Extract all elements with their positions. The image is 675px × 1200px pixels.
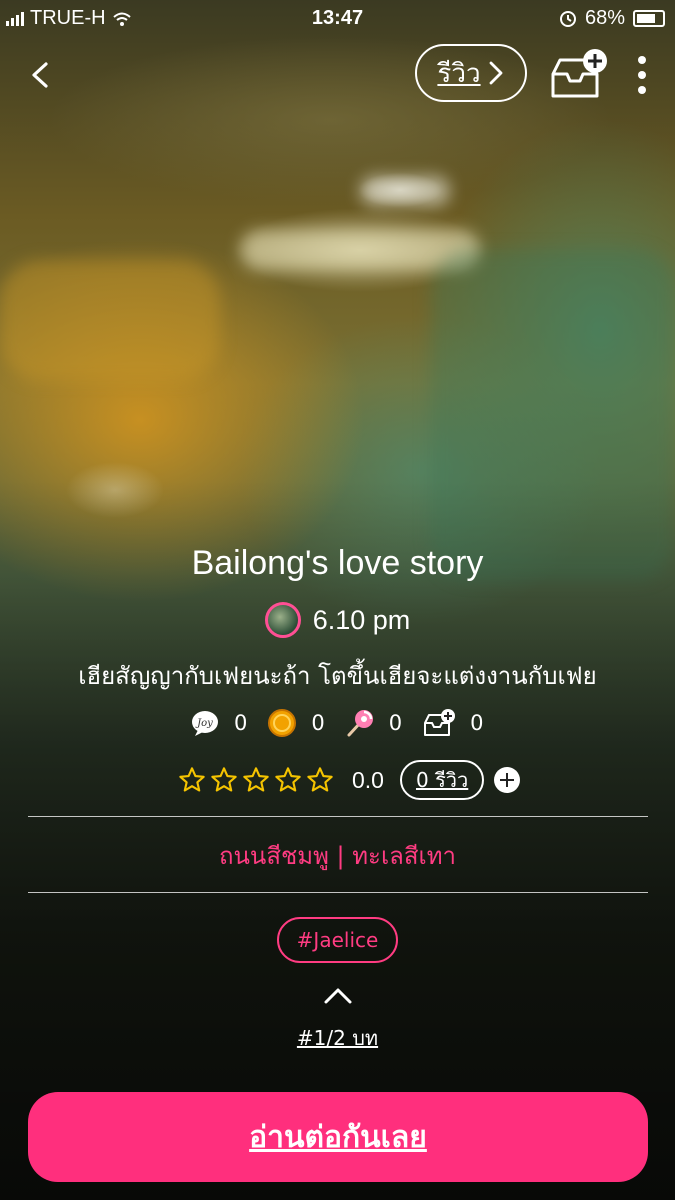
read-now-label: อ่านต่อกันเลย — [249, 1119, 427, 1155]
rating-score: 0.0 — [352, 766, 384, 793]
chapter-link[interactable]: #1/2 บท — [0, 1022, 675, 1054]
shelf-add-icon[interactable] — [548, 48, 608, 102]
candy-icon — [347, 710, 373, 737]
comment-count: 0 — [234, 711, 248, 735]
star-icon[interactable] — [274, 766, 302, 794]
candy-count: 0 — [388, 711, 403, 735]
read-now-button[interactable]: อ่านต่อกันเลย — [28, 1092, 648, 1182]
shelf-count: 0 — [470, 711, 484, 735]
review-count-button[interactable]: 0 รีวิว — [399, 760, 485, 800]
coin-stat: 0 — [267, 708, 325, 738]
avatar[interactable] — [264, 602, 301, 638]
divider — [28, 816, 648, 817]
shelf-add-small-icon — [424, 709, 456, 736]
coin-icon — [268, 709, 297, 737]
plus-icon[interactable] — [494, 767, 521, 793]
review-button-label: รีวิว — [437, 58, 481, 89]
star-rating[interactable] — [178, 766, 334, 794]
battery-icon — [633, 10, 665, 27]
author-row[interactable]: 6.10 pm — [0, 602, 675, 638]
shelf-stat: 0 — [422, 708, 484, 738]
stats-row: Joy 0 0 0 0 — [190, 708, 484, 738]
comment-stat: Joy 0 — [190, 709, 247, 737]
chevron-right-icon — [489, 61, 502, 85]
divider — [28, 892, 648, 893]
star-icon[interactable] — [178, 766, 206, 794]
candy-stat: 0 — [345, 708, 402, 738]
svg-text:Joy: Joy — [195, 718, 213, 729]
star-icon[interactable] — [242, 766, 270, 794]
battery-percent: 68% — [584, 7, 625, 29]
status-bar: TRUE-H 13:47 68% — [0, 0, 675, 38]
joy-comment-icon: Joy — [192, 711, 218, 736]
hashtag-label: #Jaelice — [296, 928, 379, 952]
back-icon[interactable] — [24, 58, 58, 92]
story-tagline: เฮียสัญญากับเฟยนะถ้า โตขึ้นเฮียจะแต่งงาน… — [78, 662, 597, 690]
coin-count: 0 — [311, 711, 325, 735]
background-photo — [0, 0, 675, 1200]
chevron-up-icon[interactable] — [322, 984, 354, 1006]
star-icon[interactable] — [306, 766, 334, 794]
more-vertical-icon[interactable] — [628, 52, 656, 98]
category-link[interactable]: ถนนสีชมพู | ทะเลสีเทา — [0, 836, 675, 875]
author-name[interactable]: 6.10 pm — [313, 605, 411, 636]
alarm-icon — [559, 10, 576, 27]
rating-row: 0.0 0 รีวิว — [178, 760, 521, 800]
star-icon[interactable] — [210, 766, 238, 794]
review-button[interactable]: รีวิว — [415, 44, 527, 102]
hashtag-chip[interactable]: #Jaelice — [277, 917, 398, 963]
story-title: Bailong's love story — [191, 544, 484, 582]
